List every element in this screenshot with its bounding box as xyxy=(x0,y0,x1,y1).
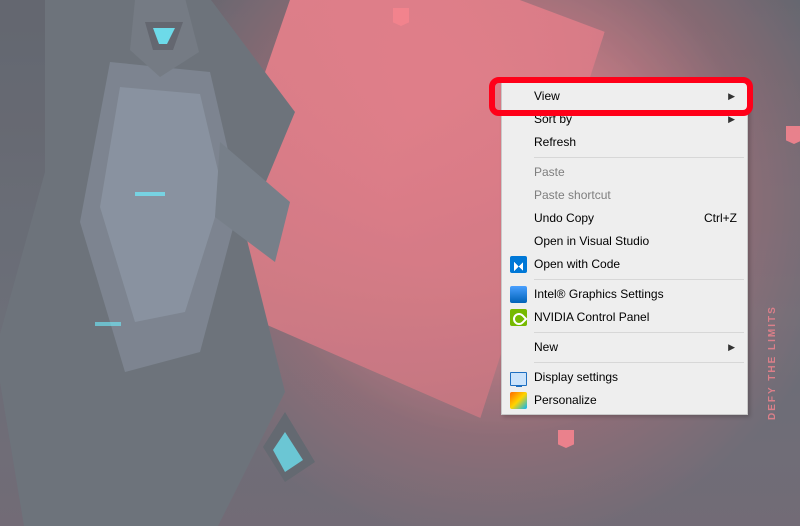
menu-separator xyxy=(534,362,744,363)
intel-icon xyxy=(510,286,527,303)
menu-item-label: Open with Code xyxy=(534,253,620,276)
menu-item-label: Sort by xyxy=(534,108,572,131)
menu-item-new[interactable]: New ▶ xyxy=(504,336,745,359)
menu-separator xyxy=(534,279,744,280)
menu-item-label: Intel® Graphics Settings xyxy=(534,283,664,306)
menu-item-label: Refresh xyxy=(534,131,576,154)
menu-item-nvidia-control-panel[interactable]: NVIDIA Control Panel xyxy=(504,306,745,329)
menu-item-open-with-code[interactable]: Open with Code xyxy=(504,253,745,276)
menu-item-paste: Paste xyxy=(504,161,745,184)
display-icon xyxy=(510,369,527,386)
menu-item-paste-shortcut: Paste shortcut xyxy=(504,184,745,207)
menu-item-shortcut: Ctrl+Z xyxy=(704,207,737,230)
submenu-arrow-icon: ▶ xyxy=(728,85,735,108)
menu-item-refresh[interactable]: Refresh xyxy=(504,131,745,154)
submenu-arrow-icon: ▶ xyxy=(728,108,735,131)
menu-item-personalize[interactable]: Personalize xyxy=(504,389,745,412)
menu-item-label: Personalize xyxy=(534,389,597,412)
menu-item-label: Display settings xyxy=(534,366,618,389)
vscode-icon xyxy=(510,256,527,273)
menu-item-sort-by[interactable]: Sort by ▶ xyxy=(504,108,745,131)
menu-item-intel-graphics[interactable]: Intel® Graphics Settings xyxy=(504,283,745,306)
menu-item-label: Paste shortcut xyxy=(534,184,611,207)
menu-separator xyxy=(534,332,744,333)
desktop-context-menu: View ▶ Sort by ▶ Refresh Paste Paste sho… xyxy=(501,82,748,415)
menu-separator xyxy=(534,157,744,158)
personalize-icon xyxy=(510,392,527,409)
menu-item-label: New xyxy=(534,336,558,359)
menu-item-open-visual-studio[interactable]: Open in Visual Studio xyxy=(504,230,745,253)
menu-item-label: Open in Visual Studio xyxy=(534,230,649,253)
menu-item-undo-copy[interactable]: Undo Copy Ctrl+Z xyxy=(504,207,745,230)
menu-item-view[interactable]: View ▶ xyxy=(504,85,745,108)
menu-item-label: View xyxy=(534,85,560,108)
desktop[interactable]: DEFY THE LIMITS View ▶ Sort by ▶ Refresh… xyxy=(0,0,800,526)
menu-item-label: Paste xyxy=(534,161,565,184)
nvidia-icon xyxy=(510,309,527,326)
menu-item-label: Undo Copy xyxy=(534,207,594,230)
submenu-arrow-icon: ▶ xyxy=(728,336,735,359)
menu-item-label: NVIDIA Control Panel xyxy=(534,306,649,329)
menu-item-display-settings[interactable]: Display settings xyxy=(504,366,745,389)
